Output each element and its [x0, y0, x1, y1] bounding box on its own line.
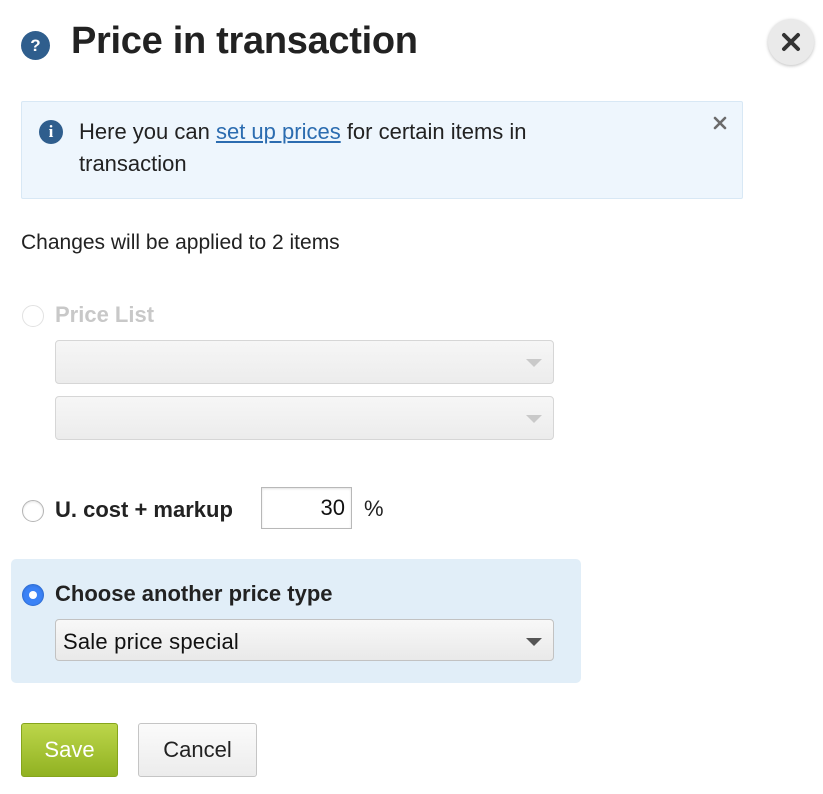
price-list-label: Price List: [55, 302, 155, 327]
price-type-select-value: Sale price special: [63, 629, 240, 654]
help-icon[interactable]: ?: [21, 31, 50, 60]
price-in-transaction-dialog: ? Price in transaction i Here you can se…: [0, 0, 823, 794]
save-button[interactable]: Save: [21, 723, 118, 777]
changes-note: Changes will be applied to 2 items: [21, 231, 340, 254]
another-price-type-label: Choose another price type: [55, 581, 333, 606]
price-type-select[interactable]: Sale price special: [55, 619, 554, 661]
price-list-secondary-select[interactable]: [55, 396, 554, 440]
info-banner: i Here you can set up prices for certain…: [21, 101, 743, 199]
price-list-select[interactable]: [55, 340, 554, 384]
percent-unit: %: [364, 496, 384, 521]
info-text-before: Here you can: [79, 119, 216, 144]
price-list-radio[interactable]: [22, 305, 44, 327]
close-button[interactable]: [768, 19, 814, 65]
dialog-title: Price in transaction: [71, 20, 418, 62]
info-icon: i: [39, 120, 63, 144]
dismiss-info-icon[interactable]: [712, 115, 728, 131]
close-icon: [782, 33, 800, 51]
another-price-type-radio[interactable]: [22, 584, 44, 606]
set-up-prices-link[interactable]: set up prices: [216, 119, 341, 144]
chevron-down-icon: [526, 359, 542, 367]
chevron-down-icon: [526, 415, 542, 423]
chevron-down-icon: [526, 638, 542, 646]
cancel-button[interactable]: Cancel: [138, 723, 257, 777]
cost-markup-radio[interactable]: [22, 500, 44, 522]
info-text: Here you can set up prices for certain i…: [79, 116, 639, 180]
cost-markup-label: U. cost + markup: [55, 497, 233, 522]
markup-percent-input[interactable]: [261, 487, 352, 529]
